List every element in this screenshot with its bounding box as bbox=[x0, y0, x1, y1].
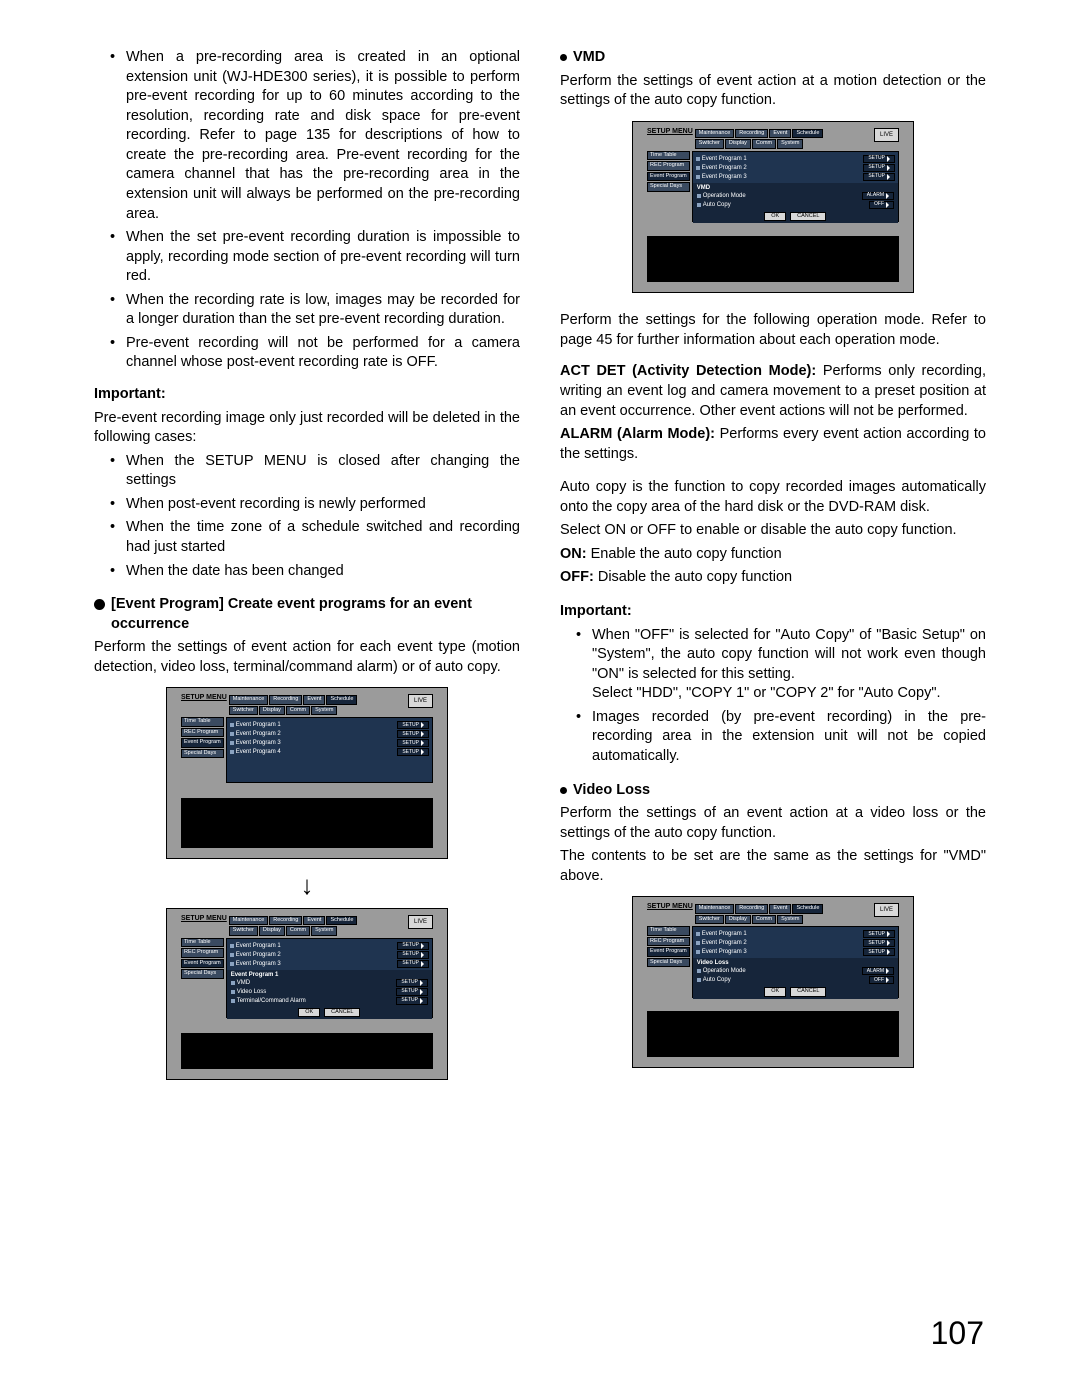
important-label: Important: bbox=[560, 603, 632, 619]
videoloss-p2: The contents to be set are the same as t… bbox=[560, 847, 986, 886]
figure-vmd: SETUP MENU MaintenanceRecordingEventSche… bbox=[560, 121, 986, 300]
bullet: When the time zone of a schedule switche… bbox=[94, 518, 520, 557]
bullet: Pre-event recording will not be performe… bbox=[94, 334, 520, 373]
bullet: When post-event recording is newly perfo… bbox=[94, 495, 520, 515]
bullet: When the recording rate is low, images m… bbox=[94, 291, 520, 330]
vmd-after-fig: Perform the settings for the following o… bbox=[560, 311, 986, 350]
vmd-heading: VMD bbox=[560, 48, 986, 68]
event-program-intro: Perform the settings of event action for… bbox=[94, 638, 520, 677]
important-label: Important: bbox=[94, 386, 166, 402]
right-column: VMD Perform the settings of event action… bbox=[560, 48, 986, 1098]
bullet: Images recorded (by pre-event recording)… bbox=[560, 708, 986, 767]
figure-event-program-list: SETUP MENU MaintenanceRecordingEventSche… bbox=[94, 687, 520, 866]
bullet-icon bbox=[560, 54, 567, 61]
bullet: When the date has been changed bbox=[94, 562, 520, 582]
off-line: OFF: Disable the auto copy function bbox=[560, 568, 986, 588]
bullet-icon bbox=[560, 787, 567, 794]
bullet: When "OFF" is selected for "Auto Copy" o… bbox=[560, 626, 986, 704]
vmd-intro: Perform the settings of event action at … bbox=[560, 72, 986, 111]
bullet: When the set pre-event recording duratio… bbox=[94, 228, 520, 287]
autocopy-p2: Select ON or OFF to enable or disable th… bbox=[560, 521, 986, 541]
on-line: ON: Enable the auto copy function bbox=[560, 545, 986, 565]
event-program-heading: [Event Program] Create event programs fo… bbox=[94, 595, 520, 634]
figure-event-program-1: SETUP MENU MaintenanceRecordingEventSche… bbox=[94, 908, 520, 1087]
right-important-bullets: When "OFF" is selected for "Auto Copy" o… bbox=[560, 626, 986, 767]
left-bullets-1: When a pre-recording area is created in … bbox=[94, 48, 520, 373]
page-number: 107 bbox=[931, 1312, 984, 1355]
def-alarm: ALARM (Alarm Mode): Performs every event… bbox=[560, 425, 986, 464]
bullet: When a pre-recording area is created in … bbox=[94, 48, 520, 224]
videoloss-p1: Perform the settings of an event action … bbox=[560, 804, 986, 843]
important-intro: Pre-event recording image only just reco… bbox=[94, 409, 520, 448]
down-arrow-icon: ↓ bbox=[94, 872, 520, 898]
autocopy-p1: Auto copy is the function to copy record… bbox=[560, 478, 986, 517]
left-column: When a pre-recording area is created in … bbox=[94, 48, 520, 1098]
left-important-bullets: When the SETUP MENU is closed after chan… bbox=[94, 452, 520, 581]
video-loss-heading: Video Loss bbox=[560, 781, 986, 801]
def-act-det: ACT DET (Activity Detection Mode): Perfo… bbox=[560, 362, 986, 421]
bullet: When the SETUP MENU is closed after chan… bbox=[94, 452, 520, 491]
bullet-icon bbox=[94, 599, 105, 610]
figure-video-loss: SETUP MENU MaintenanceRecordingEventSche… bbox=[560, 896, 986, 1075]
